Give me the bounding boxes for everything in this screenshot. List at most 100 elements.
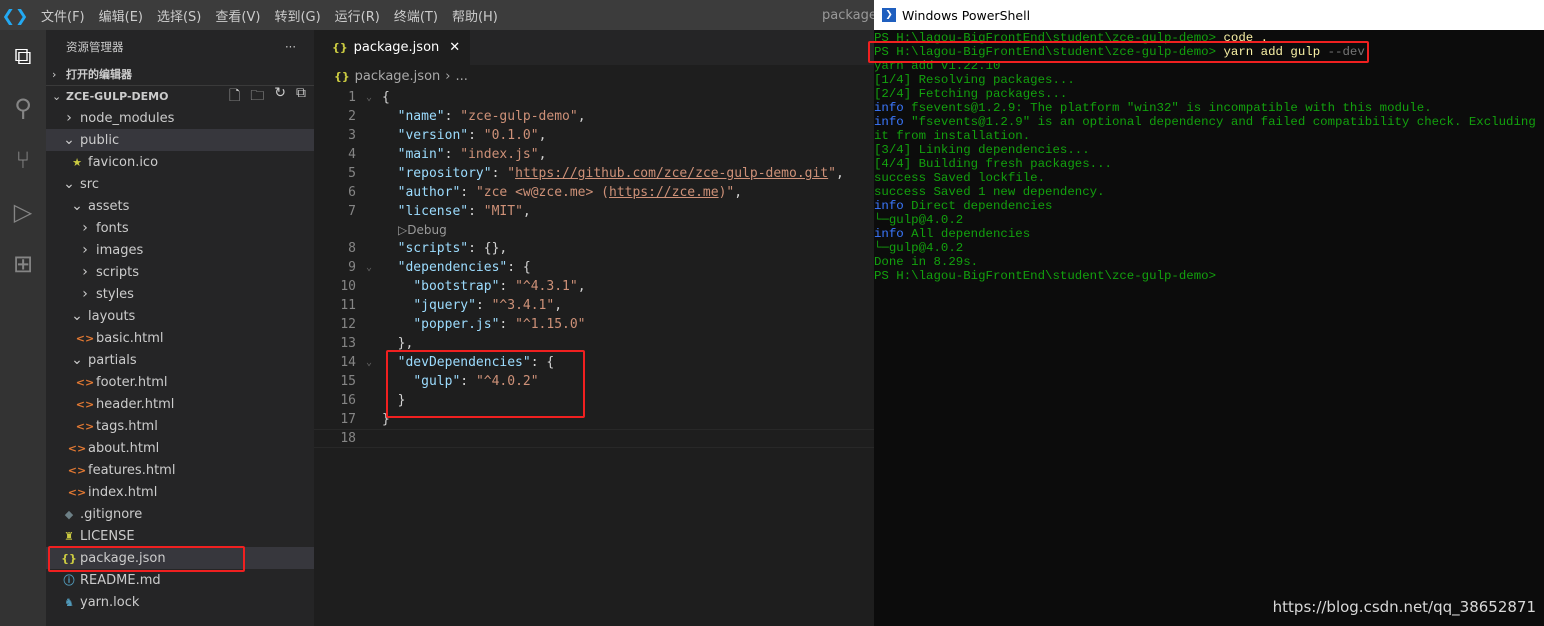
code-area[interactable]: 1 ⌄{2 "name": "zce-gulp-demo", 3 "version"… (314, 88, 874, 448)
code-token: "gulp" (413, 374, 461, 389)
html-file-icon: <> (67, 441, 87, 455)
code-token: , (835, 166, 844, 181)
tree-item-label: layouts (88, 308, 136, 324)
new-folder-icon[interactable]: 🗀 (250, 85, 264, 109)
terminal-line: yarn add v1.22.10 (874, 59, 1544, 73)
window-title: package.js (822, 7, 874, 23)
code-line: 2 "name": "zce-gulp-demo", (314, 107, 874, 126)
menu-item[interactable]: 编辑(E) (92, 6, 150, 25)
code-line: 16 } (314, 391, 874, 410)
codelens-label: Debug (407, 223, 447, 237)
code-token: "jquery" (413, 298, 476, 313)
tree-item[interactable]: ★ favicon.ico (46, 151, 314, 173)
code-token: : (499, 317, 516, 332)
menu-item[interactable]: 运行(R) (328, 6, 387, 25)
tree-item[interactable]: › images (46, 239, 314, 261)
tree-item[interactable]: <> index.html (46, 481, 314, 503)
code-token: " (507, 166, 516, 181)
terminal-output[interactable]: PS H:\lagou-BigFrontEnd\student\zce-gulp… (874, 30, 1544, 283)
tree-item[interactable]: <> about.html (46, 437, 314, 459)
breadcrumb-item[interactable]: package.json (355, 69, 441, 84)
terminal-text: └─gulp@4.0.2 (874, 213, 964, 227)
menu-item[interactable]: 终端(T) (387, 6, 445, 25)
fold-chevron-icon[interactable]: ⌄ (356, 262, 382, 273)
tree-item[interactable]: › fonts (46, 217, 314, 239)
refresh-icon[interactable]: ↻ (274, 85, 286, 109)
new-file-icon[interactable]: 🗋 (229, 85, 240, 109)
close-icon[interactable]: ✕ (449, 40, 460, 55)
menu-item[interactable]: 查看(V) (208, 6, 267, 25)
html-file-icon: <> (75, 375, 95, 389)
files-icon[interactable]: ⧉ (0, 30, 46, 82)
collapse-all-icon[interactable]: ⧉ (296, 85, 306, 109)
tree-item[interactable]: <> footer.html (46, 371, 314, 393)
code-token: "author" (397, 185, 461, 200)
chevron-down-icon: ⌄ (71, 198, 83, 214)
tree-item[interactable]: › scripts (46, 261, 314, 283)
breadcrumb-more[interactable]: ... (455, 69, 467, 84)
terminal-line: info fsevents@1.2.9: The platform "win32… (874, 101, 1544, 115)
code-line: 18 (314, 429, 874, 448)
code-token: : (491, 166, 508, 181)
code-token: https://github.com/zce/zce-gulp-demo.git (515, 166, 829, 181)
html-file-icon: <> (67, 463, 87, 477)
menu-item[interactable]: 选择(S) (150, 6, 208, 25)
open-editors-section[interactable]: › 打开的编辑器 (46, 63, 314, 85)
extensions-icon[interactable]: ⊞ (0, 238, 46, 290)
fold-chevron-icon[interactable]: ⌄ (356, 92, 382, 103)
code-token: : {}, (468, 241, 508, 256)
terminal-text: success Saved lockfile. (874, 171, 1046, 185)
code-token: : (468, 204, 484, 219)
tree-item-label: assets (88, 198, 130, 214)
code-token: : (468, 128, 484, 143)
code-line: 10 "bootstrap": "^4.3.1", (314, 277, 874, 296)
code-token: "zce <w@zce.me> ( (475, 185, 609, 200)
section-label: ZCE-GULP-DEMO (66, 90, 169, 103)
terminal-line: [1/4] Resolving packages... (874, 73, 1544, 87)
chevron-right-icon: › (52, 67, 57, 81)
codelens-debug[interactable]: ▷ Debug (314, 221, 874, 239)
more-actions-button[interactable]: ··· (285, 40, 296, 54)
terminal-text: info (874, 199, 904, 213)
tree-item[interactable]: <> features.html (46, 459, 314, 481)
tree-item[interactable]: ◆ .gitignore (46, 503, 314, 525)
code-token: "devDependencies" (397, 355, 531, 370)
tree-item[interactable]: ♜ LICENSE (46, 525, 314, 547)
menu-item[interactable]: 帮助(H) (445, 6, 505, 25)
tree-item[interactable]: › node_modules (46, 107, 314, 129)
tab-package-json[interactable]: {} package.json ✕ (314, 30, 471, 65)
run-debug-icon[interactable]: ▷ (0, 186, 46, 238)
section-label: 打开的编辑器 (66, 68, 132, 81)
menu-item[interactable]: 文件(F) (34, 6, 92, 25)
source-control-icon[interactable]: ⑂ (0, 134, 46, 186)
chevron-right-icon: › (82, 286, 88, 302)
project-section[interactable]: ⌄ ZCE-GULP-DEMO 🗋 🗀 ↻ ⧉ (46, 85, 314, 107)
chevron-right-icon: › (66, 110, 72, 126)
tree-item[interactable]: ⌄ assets (46, 195, 314, 217)
tree-item[interactable]: <> tags.html (46, 415, 314, 437)
tree-item[interactable]: › styles (46, 283, 314, 305)
tree-item[interactable]: ⌄ public (46, 129, 314, 151)
line-number: 14 (340, 355, 356, 370)
fold-chevron-icon[interactable]: ⌄ (356, 357, 382, 368)
tree-item-label: favicon.ico (88, 154, 159, 170)
tree-item[interactable]: ⌄ layouts (46, 305, 314, 327)
terminal-text: PS H:\lagou-BigFrontEnd\student\zce-gulp… (874, 269, 1217, 283)
tree-item[interactable]: <> basic.html (46, 327, 314, 349)
terminal-text: [2/4] Fetching packages... (874, 87, 1068, 101)
tree-item[interactable]: <> header.html (46, 393, 314, 415)
code-line: 12 "popper.js": "^1.15.0" (314, 315, 874, 334)
tree-item[interactable]: {} package.json (46, 547, 314, 569)
json-icon: {} (332, 41, 348, 54)
tree-item[interactable]: ♞ yarn.lock (46, 591, 314, 613)
search-icon[interactable]: ⚲ (0, 82, 46, 134)
editor: {} package.json ✕ {} package.json ›... 1 ⌄{2 … (314, 30, 874, 626)
tree-item[interactable]: ⌄ partials (46, 349, 314, 371)
menu-item[interactable]: 转到(G) (267, 6, 327, 25)
tree-item-label: header.html (96, 396, 175, 412)
tree-item[interactable]: ⓘ README.md (46, 569, 314, 591)
terminal-line: PS H:\lagou-BigFrontEnd\student\zce-gulp… (874, 45, 1544, 59)
terminal-line: info Direct dependencies (874, 199, 1544, 213)
tree-item[interactable]: ⌄ src (46, 173, 314, 195)
